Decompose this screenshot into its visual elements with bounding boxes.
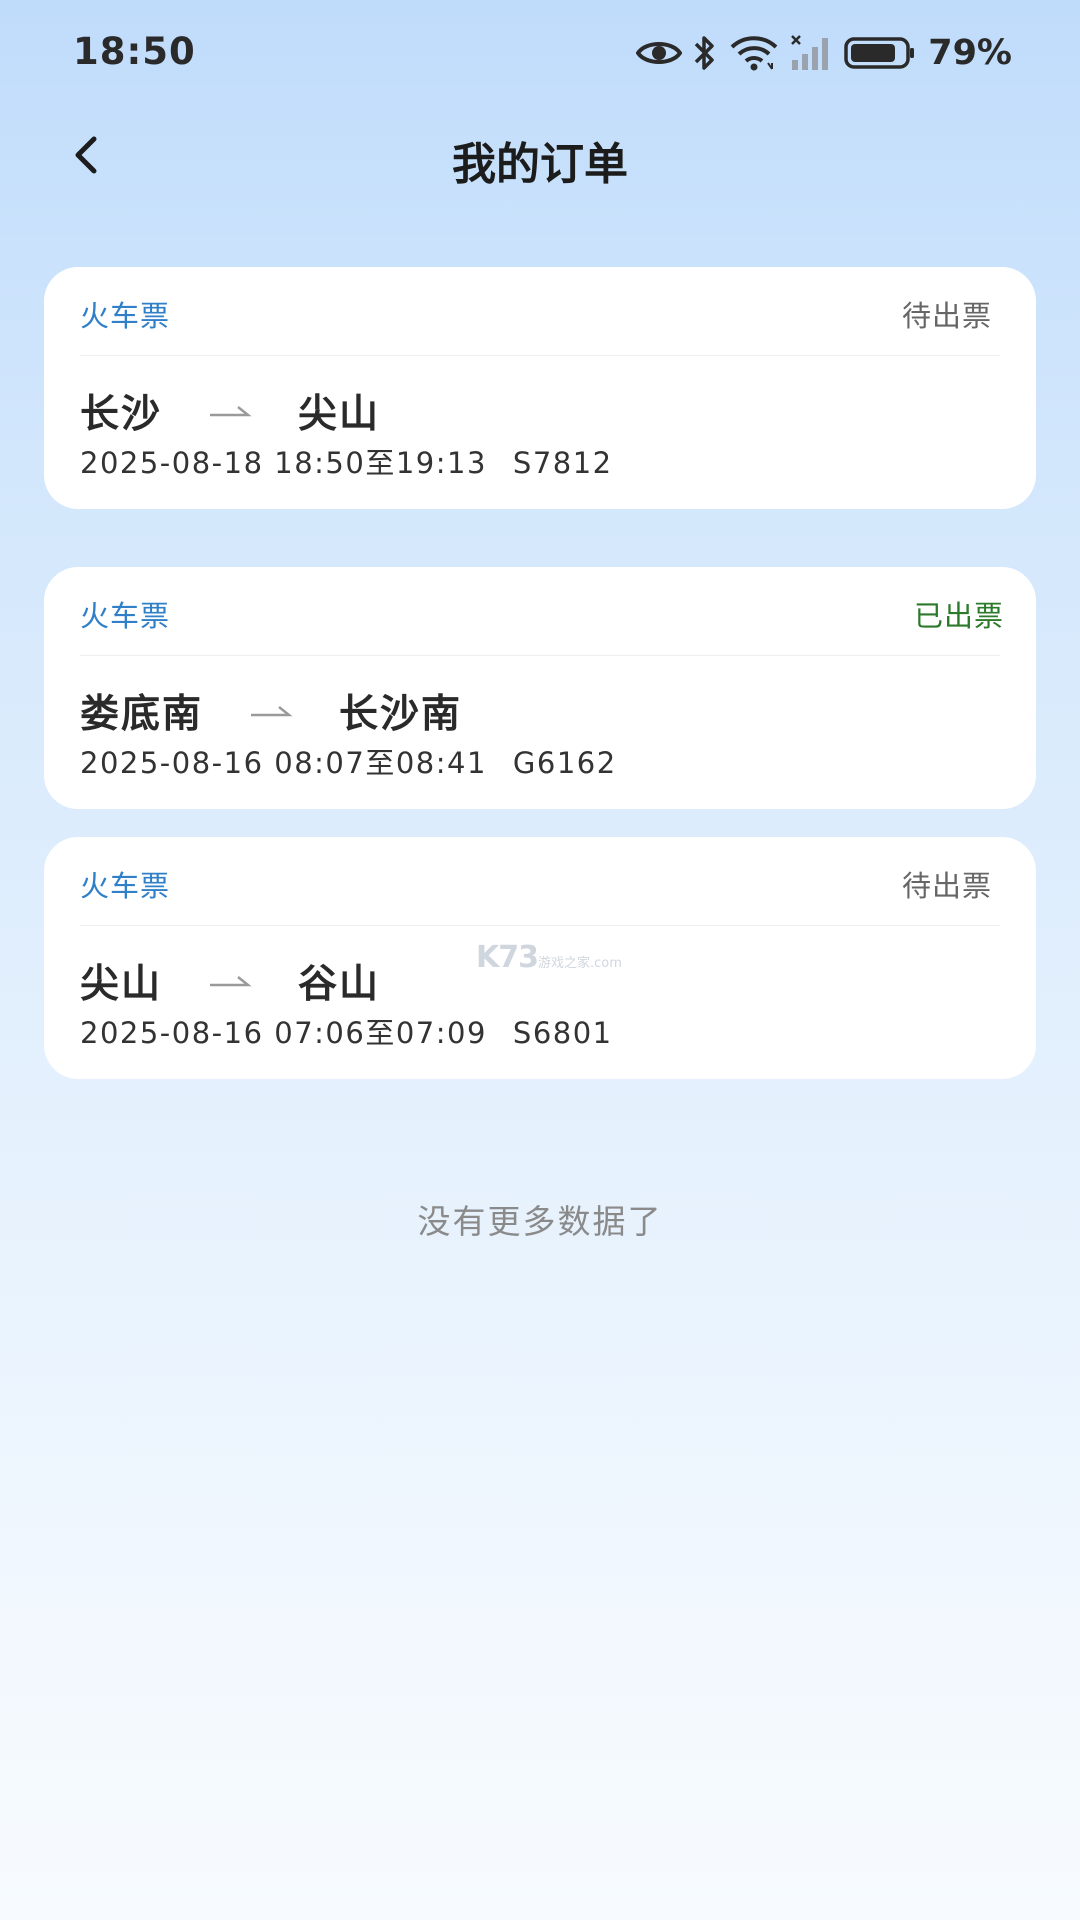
order-status: 待出票 bbox=[901, 299, 992, 333]
arrow-right-icon bbox=[210, 406, 252, 417]
trip-datetime: 2025-08-16 08:07至08:41 bbox=[80, 746, 487, 780]
page-title: 我的订单 bbox=[452, 139, 628, 190]
status-time: 18:50 bbox=[73, 30, 196, 73]
trip-details: 2025-08-18 18:50至19:13 S7812 bbox=[80, 440, 1000, 482]
eye-icon bbox=[636, 42, 683, 64]
card-header: 火车票 已出票 bbox=[80, 567, 1003, 656]
departure-station: 尖山 bbox=[80, 962, 163, 1007]
trip-details: 2025-08-16 08:07至08:41 G6162 bbox=[80, 740, 1000, 782]
watermark-sub: 游戏之家 bbox=[538, 956, 591, 971]
route-row: 长沙 尖山 bbox=[80, 376, 1000, 446]
wifi-icon bbox=[730, 36, 778, 71]
trip-details: 2025-08-16 07:06至07:09 S6801 bbox=[80, 1010, 1000, 1052]
bluetooth-icon bbox=[694, 36, 714, 70]
departure-station: 娄底南 bbox=[80, 692, 204, 737]
arrow-right-icon bbox=[210, 976, 252, 987]
order-card[interactable]: 火车票 已出票 娄底南 长沙南 2025-08-16 08:07至08:41 G6… bbox=[44, 567, 1036, 809]
battery-percentage: 79% bbox=[928, 33, 1012, 73]
ticket-type: 火车票 bbox=[80, 599, 171, 633]
departure-station: 长沙 bbox=[80, 392, 163, 437]
order-status: 待出票 bbox=[901, 869, 992, 903]
arrival-station: 尖山 bbox=[298, 392, 381, 437]
trip-datetime: 2025-08-16 07:06至07:09 bbox=[80, 1016, 487, 1050]
status-bar: 18:50 79% bbox=[0, 0, 1080, 105]
trip-datetime: 2025-08-18 18:50至19:13 bbox=[80, 446, 487, 480]
card-header: 火车票 待出票 bbox=[80, 267, 1000, 356]
card-header: 火车票 待出票 bbox=[80, 837, 1000, 926]
train-number: S6801 bbox=[512, 1016, 613, 1050]
no-more-data-text: 没有更多数据了 bbox=[417, 1202, 663, 1241]
route-row: 娄底南 长沙南 bbox=[80, 676, 1000, 746]
signal-icon bbox=[791, 35, 829, 70]
watermark-domain: .com bbox=[590, 956, 622, 971]
arrow-right-icon bbox=[251, 706, 293, 717]
arrival-station: 长沙南 bbox=[339, 692, 463, 737]
watermark: K73游戏之家.com bbox=[476, 940, 622, 975]
watermark-logo: K73 bbox=[476, 940, 539, 975]
ticket-type: 火车票 bbox=[80, 869, 171, 903]
train-number: G6162 bbox=[512, 746, 617, 780]
order-card[interactable]: 火车票 待出票 长沙 尖山 2025-08-18 18:50至19:13 S781… bbox=[44, 267, 1036, 509]
order-status: 已出票 bbox=[913, 599, 1004, 633]
battery-icon bbox=[844, 37, 915, 69]
ticket-type: 火车票 bbox=[80, 299, 171, 333]
header: 我的订单 bbox=[0, 110, 1080, 200]
status-icons: 79% bbox=[636, 28, 1012, 78]
train-number: S7812 bbox=[512, 446, 613, 480]
arrival-station: 谷山 bbox=[298, 962, 381, 1007]
